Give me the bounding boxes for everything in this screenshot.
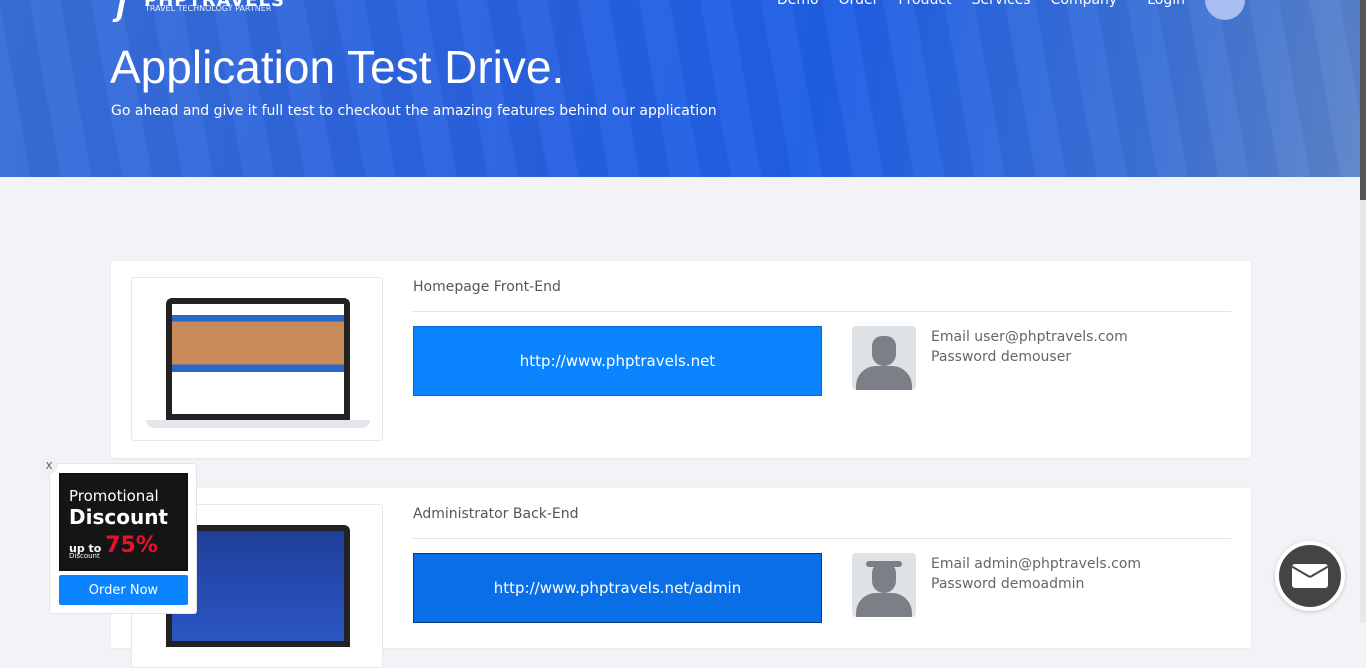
- contact-mail-button[interactable]: [1275, 541, 1345, 611]
- nav-company[interactable]: Company: [1051, 0, 1118, 8]
- hero-banner: ʃ PHPTRAVELS TRAVEL TECHNOLOGY PARTNER D…: [0, 0, 1360, 177]
- nav-product[interactable]: Product: [898, 0, 951, 8]
- scrollbar[interactable]: [1360, 0, 1366, 623]
- divider: [413, 538, 1231, 539]
- credentials: Email admin@phptravels.com Password demo…: [931, 554, 1141, 594]
- user-avatar-icon[interactable]: [1205, 0, 1245, 20]
- demo-card-admin: Administrator Back-End http://www.phptra…: [111, 488, 1251, 668]
- promo-image[interactable]: Promotional Discount up to 75% Discount: [59, 473, 188, 571]
- user-avatar-icon: [852, 326, 916, 390]
- logo-tagline: TRAVEL TECHNOLOGY PARTNER: [145, 4, 272, 13]
- envelope-icon: [1292, 564, 1328, 588]
- main-nav: Demo Order Product Services Company Logi…: [777, 0, 1245, 20]
- promo-line2: Discount: [69, 505, 168, 529]
- frontend-url-button[interactable]: http://www.phptravels.net: [413, 326, 822, 396]
- admin-avatar-icon: [852, 553, 916, 617]
- password-text: Password demoadmin: [931, 576, 1085, 592]
- email-text: Email admin@phptravels.com: [931, 556, 1142, 572]
- admin-url-button[interactable]: http://www.phptravels.net/admin: [413, 553, 822, 623]
- promo-line1: Promotional: [69, 487, 159, 505]
- divider: [413, 311, 1231, 312]
- credentials: Email user@phptravels.com Password demou…: [931, 327, 1128, 367]
- nav-demo[interactable]: Demo: [777, 0, 819, 8]
- order-now-button[interactable]: Order Now: [59, 575, 188, 605]
- close-icon[interactable]: x: [40, 456, 58, 474]
- card-title: Administrator Back-End: [413, 506, 579, 522]
- email-text: Email user@phptravels.com: [931, 329, 1128, 345]
- page-title: Application Test Drive.: [110, 41, 565, 93]
- card-title: Homepage Front-End: [413, 279, 561, 295]
- demo-card-frontend: Homepage Front-End http://www.phptravels…: [111, 261, 1251, 458]
- nav-login[interactable]: Login: [1147, 0, 1185, 8]
- promo-popup: x Promotional Discount up to 75% Discoun…: [40, 456, 197, 614]
- nav-order[interactable]: Order: [839, 0, 879, 8]
- logo-icon: ʃ: [116, 0, 128, 23]
- nav-services[interactable]: Services: [972, 0, 1031, 8]
- page-subtitle: Go ahead and give it full test to checko…: [111, 103, 717, 119]
- frontend-screenshot: [131, 277, 383, 441]
- password-text: Password demouser: [931, 349, 1072, 365]
